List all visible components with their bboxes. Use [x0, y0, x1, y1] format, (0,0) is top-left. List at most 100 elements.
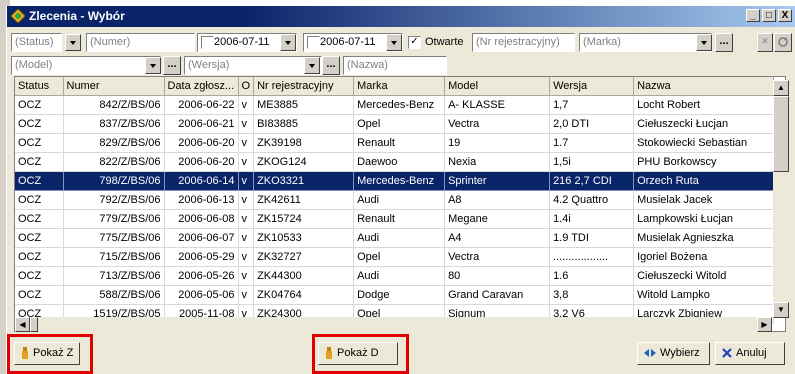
highlight-pokaz-d	[312, 334, 409, 374]
table-row[interactable]: OCZ 588/Z/BS/06 2006-05-06 v ZK04764 Dodge Gra…	[15, 285, 775, 305]
column-header[interactable]: Numer	[63, 77, 165, 96]
table-row[interactable]: OCZ 829/Z/BS/06 2006-06-20 v ZK39198 Renault 1…	[15, 133, 775, 153]
table-cell: ZK42611	[253, 190, 355, 210]
marka-filter[interactable]: (Marka)	[579, 33, 712, 52]
table-row[interactable]: OCZ 798/Z/BS/06 2006-06-14 v ZKO3321 Mercedes…	[15, 171, 775, 191]
table-cell: 1,7	[549, 95, 635, 115]
table-cell: Grand Caravan	[444, 285, 551, 305]
horizontal-scroll-thumb[interactable]	[30, 317, 38, 332]
table-cell: 2006-06-08	[164, 209, 239, 229]
table-cell: 775/Z/BS/06	[63, 228, 165, 248]
header-row: Status Numer Data zgłosz... O Nr rejestracyj…	[15, 77, 775, 96]
table-row[interactable]: OCZ 837/Z/BS/06 2006-06-21 v BI83885 Opel Vect…	[15, 114, 775, 134]
table-cell: 80	[444, 266, 551, 286]
restore-button[interactable]: □	[762, 9, 776, 22]
wybierz-button[interactable]: Wybierz	[637, 342, 710, 365]
table-row[interactable]: OCZ 775/Z/BS/06 2006-06-07 v ZK10533 Audi A4 1.…	[15, 228, 775, 248]
marka-browse-button[interactable]: ...	[715, 33, 733, 52]
table-row[interactable]: OCZ 792/Z/BS/06 2006-06-13 v ZK42611 Audi A8 4.…	[15, 190, 775, 210]
date-to-checkbox[interactable]	[307, 36, 320, 49]
table-row[interactable]: OCZ 842/Z/BS/06 2006-06-22 v ME3885 Mercedes-…	[15, 95, 775, 115]
scroll-left-icon[interactable]: ◀	[15, 317, 30, 332]
results-grid: Status Numer Data zgłosz... O Nr rejestracyj…	[14, 76, 786, 332]
title-bar[interactable]: Zlecenia - Wybór _ □ X	[7, 6, 795, 27]
otwarte-checkbox[interactable]: ✓	[408, 36, 421, 49]
table-cell: 1.9 TDI	[549, 228, 635, 248]
table-cell: A8	[444, 190, 551, 210]
minimize-button[interactable]: _	[746, 9, 760, 22]
table-cell: OCZ	[15, 190, 64, 210]
table-cell: 2006-05-06	[164, 285, 239, 305]
status-filter[interactable]: (Status)	[11, 33, 62, 52]
column-header[interactable]: Nazwa	[633, 77, 775, 96]
date-from-dropdown-button[interactable]	[280, 34, 296, 51]
date-from-checkbox[interactable]	[201, 36, 214, 49]
column-header[interactable]: Wersja	[549, 77, 635, 96]
table-cell: Igoriel Bożena	[633, 247, 775, 267]
wersja-browse-button[interactable]: ...	[322, 56, 340, 75]
table-cell: 822/Z/BS/06	[63, 152, 165, 172]
vertical-scrollbar[interactable]: ▲ ▼	[773, 80, 789, 318]
column-header[interactable]: O	[238, 77, 255, 96]
status-dropdown-button[interactable]	[65, 34, 81, 51]
table-cell: OCZ	[15, 95, 64, 115]
table-cell: ZK32727	[253, 247, 355, 267]
nr-rejestracyjny-filter[interactable]: (Nr rejestracyjny)	[472, 33, 575, 52]
nazwa-filter[interactable]: (Nazwa)	[343, 56, 447, 75]
scroll-down-icon[interactable]: ▼	[773, 302, 789, 318]
highlight-pokaz-z	[7, 334, 93, 374]
table-cell: Ciełuszecki Łucjan	[633, 114, 775, 134]
table-cell: v	[238, 152, 255, 172]
table-cell: 3,8	[549, 285, 635, 305]
table-cell: v	[238, 228, 255, 248]
vertical-scroll-thumb[interactable]	[773, 96, 789, 172]
date-to-dropdown-button[interactable]	[386, 34, 402, 51]
model-browse-button[interactable]: ...	[163, 56, 181, 75]
table-row[interactable]: OCZ 822/Z/BS/06 2006-06-20 v ZKOG124 Daewoo Ne…	[15, 152, 775, 172]
model-filter[interactable]: (Model)	[11, 56, 161, 75]
table-cell: Witold Lampko	[633, 285, 775, 305]
clear-filter-button[interactable]: ✕	[757, 33, 773, 52]
table-cell: Locht Robert	[633, 95, 775, 115]
refresh-icon[interactable]	[774, 33, 792, 52]
horizontal-scrollbar[interactable]: ◀ ▶	[15, 317, 772, 332]
table-cell: 798/Z/BS/06	[63, 171, 165, 191]
table-cell: Stokowiecki Sebastian	[633, 133, 775, 153]
wersja-filter[interactable]: (Wersja)	[184, 56, 322, 75]
close-button[interactable]: X	[778, 9, 792, 22]
table-row[interactable]: OCZ 715/Z/BS/06 2006-05-29 v ZK32727 Opel Vect…	[15, 247, 775, 267]
table-row[interactable]: OCZ 713/Z/BS/06 2006-05-26 v ZK44300 Audi 80 1.…	[15, 266, 775, 286]
table-cell: 4.2 Quattro	[549, 190, 635, 210]
table-cell: A4	[444, 228, 551, 248]
date-to-value: 2006-07-11	[320, 36, 376, 48]
table-row[interactable]: OCZ 779/Z/BS/06 2006-06-08 v ZK15724 Renault M…	[15, 209, 775, 229]
column-header[interactable]: Nr rejestracyjny	[253, 77, 355, 96]
table-cell: v	[238, 266, 255, 286]
table-cell: OCZ	[15, 266, 64, 286]
table-cell: 19	[444, 133, 551, 153]
table-cell: v	[238, 133, 255, 153]
column-header[interactable]: Marka	[353, 77, 446, 96]
table-cell: Musielak Jacek	[633, 190, 775, 210]
table-cell: Nexia	[444, 152, 551, 172]
marka-dropdown-button[interactable]	[696, 34, 712, 51]
table-cell: Musielak Agnieszka	[633, 228, 775, 248]
scroll-up-icon[interactable]: ▲	[773, 80, 789, 96]
results-table: Status Numer Data zgłosz... O Nr rejestracyj…	[15, 77, 775, 324]
table-cell: Vectra	[444, 114, 551, 134]
column-header[interactable]: Status	[15, 77, 64, 96]
table-cell: ZK10533	[253, 228, 355, 248]
table-cell: 1,5i	[549, 152, 635, 172]
column-header[interactable]: Model	[444, 77, 551, 96]
model-dropdown-button[interactable]	[145, 57, 161, 74]
anuluj-button[interactable]: Anuluj	[715, 342, 785, 365]
table-cell: 2,0 DTI	[549, 114, 635, 134]
table-cell: v	[238, 114, 255, 134]
table-cell: Orzech Ruta	[633, 171, 775, 191]
table-cell: 2006-05-29	[164, 247, 239, 267]
wersja-dropdown-button[interactable]	[304, 57, 320, 74]
table-cell: Opel	[353, 114, 446, 134]
column-header[interactable]: Data zgłosz...	[164, 77, 239, 96]
scroll-right-icon[interactable]: ▶	[757, 317, 772, 332]
numer-filter[interactable]: (Numer)	[86, 33, 195, 52]
